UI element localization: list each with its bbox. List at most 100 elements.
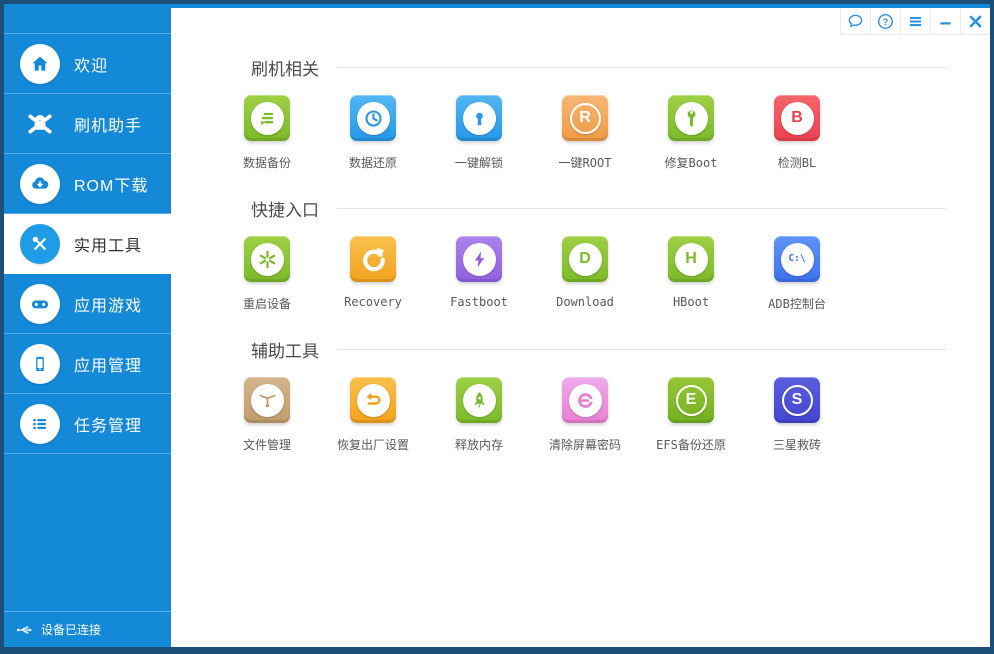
- tool-grid: 文件管理 恢复出厂设置释放内存清除屏幕密码 EEFS备份还原 S 三星救砖: [214, 377, 946, 453]
- tool-refresh-arrow[interactable]: Recovery: [320, 236, 426, 312]
- minimize-icon: [936, 12, 955, 31]
- command-prompt-icon: C:\: [774, 236, 820, 282]
- tool-command-prompt[interactable]: C:\ADB控制台: [744, 236, 850, 312]
- tool-clock[interactable]: 数据还原: [320, 95, 426, 171]
- tools-icon: [20, 224, 60, 264]
- robot-tools-icon: [20, 104, 60, 144]
- minimize-button[interactable]: [930, 8, 960, 34]
- tool-label: 重启设备: [243, 295, 291, 312]
- letter-b-icon: B: [774, 95, 820, 141]
- section-divider: [337, 67, 946, 68]
- tool-letter-r[interactable]: R一键ROOT: [532, 95, 638, 171]
- sidebar-item-label: 实用工具: [74, 232, 142, 256]
- tool-rocket[interactable]: 释放内存: [426, 377, 532, 453]
- icon-disc: H: [675, 243, 708, 276]
- tool-lightning-bolt[interactable]: Fastboot: [426, 236, 532, 312]
- refresh-arrow-icon: [350, 236, 396, 282]
- section-divider: [337, 208, 946, 209]
- icon-disc: [251, 384, 284, 417]
- task-list-icon: [20, 404, 60, 444]
- tool-label: 清除屏幕密码: [549, 436, 621, 453]
- tool-screen-lock[interactable]: 清除屏幕密码: [532, 377, 638, 453]
- tool-label: HBoot: [673, 295, 709, 309]
- gamepad-icon: [20, 284, 60, 324]
- section-title: 刷机相关: [251, 55, 319, 80]
- tool-burst[interactable]: 重启设备: [214, 236, 320, 312]
- glyph-letter: C:\: [788, 254, 805, 264]
- section-header: 辅助工具: [251, 337, 946, 362]
- section-title: 快捷入口: [251, 196, 319, 221]
- tool-wrench[interactable]: 修复Boot: [638, 95, 744, 171]
- tool-label: 三星救砖: [773, 436, 821, 453]
- menu-button[interactable]: [900, 8, 930, 34]
- icon-disc: [251, 102, 284, 135]
- close-button[interactable]: [960, 8, 990, 34]
- tool-grid: 重启设备 Recovery Fastboot D Download H HBoot C:\AD…: [214, 236, 946, 312]
- screen-lock-icon: [562, 377, 608, 423]
- close-icon: [966, 12, 985, 31]
- tool-label: Download: [556, 295, 614, 309]
- smartphone-icon: [20, 344, 60, 384]
- sidebar-item-label: 应用游戏: [74, 292, 142, 316]
- sidebar-item-label: ROM下载: [74, 172, 148, 196]
- keyhole-icon: [456, 95, 502, 141]
- sidebar-item-label: 任务管理: [74, 412, 142, 436]
- tool-label: Fastboot: [450, 295, 508, 309]
- lightning-bolt-icon: [456, 236, 502, 282]
- undo-arrow-icon: [350, 377, 396, 423]
- clock-icon: [350, 95, 396, 141]
- sidebar-item-cloud-download[interactable]: ROM下载: [4, 154, 171, 214]
- icon-disc: [357, 102, 390, 135]
- tool-label: 修复Boot: [665, 154, 718, 171]
- icon-disc: [463, 243, 496, 276]
- tool-letter-s[interactable]: S 三星救砖: [744, 377, 850, 453]
- sidebar-item-label: 欢迎: [74, 52, 108, 76]
- device-status: 设备已连接: [4, 611, 171, 647]
- glyph-letter: E: [686, 392, 697, 408]
- icon-disc: D: [569, 243, 602, 276]
- icon-disc: [357, 384, 390, 417]
- tool-label: 检测BL: [778, 154, 816, 171]
- glyph-letter: S: [792, 392, 803, 408]
- letter-e-icon: E: [668, 377, 714, 423]
- section-divider: [337, 349, 946, 350]
- svg-text:?: ?: [883, 16, 889, 26]
- icon-ring: E: [676, 385, 707, 416]
- tool-keyhole[interactable]: 一键解锁: [426, 95, 532, 171]
- sidebar-item-tools[interactable]: 实用工具: [4, 214, 171, 274]
- glyph-letter: B: [791, 110, 803, 126]
- tool-label: 数据还原: [349, 154, 397, 171]
- tool-label: 文件管理: [243, 436, 291, 453]
- tool-zip-file[interactable]: 文件管理: [214, 377, 320, 453]
- tool-label: 一键ROOT: [559, 154, 612, 171]
- icon-disc: [463, 384, 496, 417]
- tool-label: 一键解锁: [455, 154, 503, 171]
- feedback-button[interactable]: [840, 8, 870, 34]
- sidebar-item-robot-tools[interactable]: 刷机助手: [4, 94, 171, 154]
- tool-grid: 数据备份数据还原 一键解锁 R一键ROOT 修复Boot B 检测BL: [214, 95, 946, 171]
- help-button[interactable]: ?: [870, 8, 900, 34]
- icon-disc: [675, 102, 708, 135]
- icon-disc: C:\: [781, 243, 814, 276]
- wrench-icon: [668, 95, 714, 141]
- titlebar: ?: [171, 8, 990, 35]
- chat-bubble-icon: [846, 12, 865, 31]
- tool-letter-e[interactable]: EEFS备份还原: [638, 377, 744, 453]
- icon-disc: [251, 243, 284, 276]
- icon-ring: S: [782, 385, 813, 416]
- icon-disc: [463, 102, 496, 135]
- sidebar-item-smartphone[interactable]: 应用管理: [4, 334, 171, 394]
- tool-letter-h[interactable]: H HBoot: [638, 236, 744, 312]
- sidebar-item-label: 应用管理: [74, 352, 142, 376]
- sidebar-item-home[interactable]: 欢迎: [4, 34, 171, 94]
- tool-chat-lines[interactable]: 数据备份: [214, 95, 320, 171]
- tool-undo-arrow[interactable]: 恢复出厂设置: [320, 377, 426, 453]
- tool-letter-b[interactable]: B 检测BL: [744, 95, 850, 171]
- home-icon: [20, 44, 60, 84]
- tool-letter-d[interactable]: D Download: [532, 236, 638, 312]
- device-status-label: 设备已连接: [41, 621, 101, 638]
- app-window: 欢迎刷机助手 ROM下载实用工具应用游戏应用管理任务管理 设备已连接 ? 刷机相关…: [0, 0, 994, 654]
- sidebar-item-gamepad[interactable]: 应用游戏: [4, 274, 171, 334]
- sidebar-item-task-list[interactable]: 任务管理: [4, 394, 171, 454]
- glyph-letter: D: [579, 251, 591, 267]
